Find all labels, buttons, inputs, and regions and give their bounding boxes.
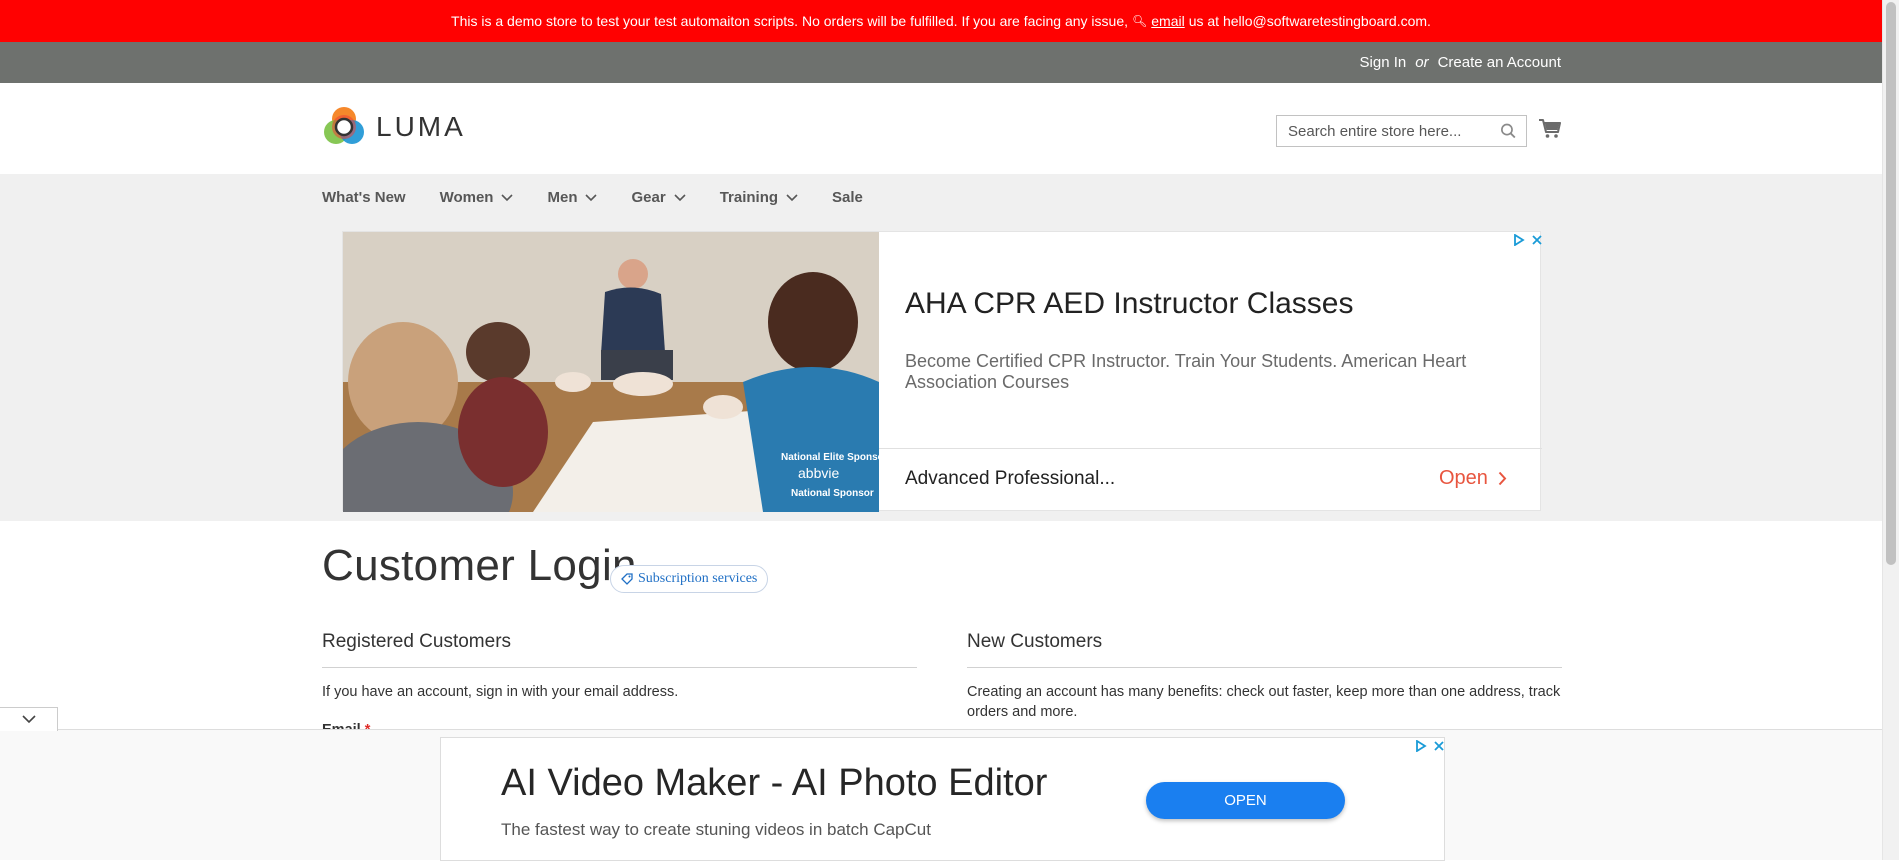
chevron-right-icon — [1498, 471, 1507, 486]
collapse-ad-button[interactable] — [0, 707, 58, 731]
nav-item-sale[interactable]: Sale — [832, 189, 863, 206]
luma-logo-icon — [324, 107, 364, 144]
luma-logo[interactable]: LUMA — [322, 105, 466, 149]
photo-shirt-text-3: National Sponsor — [791, 488, 874, 499]
photo-shirt-text-2: abbvie — [798, 465, 839, 481]
nav-item-label: Sale — [832, 189, 863, 206]
new-customers-title: New Customers — [967, 631, 1103, 652]
logo-text: LUMA — [376, 111, 466, 142]
ad-description: Become Certified CPR Instructor. Train Y… — [905, 351, 1467, 392]
demo-notice-text: This is a demo store to test your test a… — [451, 13, 1129, 29]
new-customers-text: Creating an account has many benefits: c… — [967, 684, 1561, 720]
or-separator: or — [1415, 54, 1429, 71]
subscription-services-badge[interactable]: Subscription services — [610, 565, 769, 593]
nav-item-women[interactable]: Women — [440, 189, 514, 206]
cart-icon[interactable] — [1538, 117, 1562, 141]
magnifier-icon: 🔍︎ — [1132, 14, 1148, 28]
close-icon[interactable] — [1433, 740, 1445, 752]
nav-item-men[interactable]: Men — [547, 189, 598, 206]
email-link[interactable]: email — [1151, 13, 1184, 29]
ad-title[interactable]: AHA CPR AED Instructor Classes — [905, 287, 1353, 321]
sign-in-link[interactable]: Sign In — [1360, 54, 1407, 71]
page-title: Customer Login — [322, 541, 637, 590]
close-icon[interactable] — [1531, 234, 1543, 246]
nav-item-label: Training — [719, 189, 779, 206]
anchor-ad-container: AI Video Maker - AI Photo Editor The fas… — [0, 729, 1882, 861]
chevron-down-icon — [21, 715, 36, 724]
search-icon[interactable] — [1500, 122, 1517, 140]
nav-item-label: Men — [547, 189, 578, 206]
demo-notice-text-after: us at hello@softwaretestingboard.com. — [1188, 13, 1431, 29]
create-account-link[interactable]: Create an Account — [1438, 54, 1561, 71]
search-box — [1276, 115, 1527, 147]
ad-choices-icon[interactable] — [1415, 740, 1427, 752]
nav-item-label: Women — [439, 189, 494, 206]
page-scrollbar[interactable] — [1882, 0, 1899, 860]
registered-divider — [322, 667, 917, 668]
chevron-down-icon — [786, 193, 798, 201]
capcut-ad-banner[interactable]: AI Video Maker - AI Photo Editor The fas… — [440, 737, 1445, 861]
chevron-down-icon — [674, 193, 686, 201]
new-customers-divider — [967, 667, 1562, 668]
registered-customers-text: If you have an account, sign in with you… — [322, 684, 679, 700]
ad-subline[interactable]: Advanced Professional... — [905, 468, 1115, 490]
site-header: LUMA — [0, 83, 1882, 174]
ad-open-button[interactable]: Open — [1439, 467, 1507, 490]
ad-open-button[interactable]: OPEN — [1146, 782, 1345, 819]
ad-open-label: Open — [1439, 467, 1488, 489]
main-navigation: What's New Women Men Gear Training Sale — [0, 174, 1882, 521]
nav-item-training[interactable]: Training — [720, 189, 798, 206]
chevron-down-icon — [501, 193, 514, 201]
chevron-down-icon — [585, 193, 598, 201]
cpr-class-photo: National Elite Sponsor abbvie National S… — [343, 232, 879, 512]
ad-choices[interactable] — [1513, 234, 1543, 246]
nav-item-label: What's New — [322, 189, 406, 206]
nav-item-label: Gear — [631, 189, 666, 206]
search-input[interactable] — [1286, 121, 1501, 141]
ad-choices[interactable] — [1415, 740, 1445, 752]
ad-choices-icon[interactable] — [1513, 234, 1525, 246]
ad-title[interactable]: AI Video Maker - AI Photo Editor — [501, 762, 1047, 805]
ad-photo: National Elite Sponsor abbvie National S… — [343, 232, 879, 512]
tag-icon — [621, 573, 633, 585]
ad-divider — [879, 448, 1542, 449]
scrollbar-thumb[interactable] — [1886, 2, 1896, 565]
demo-notice-banner: This is a demo store to test your test a… — [0, 0, 1882, 42]
top-links-bar: Sign In or Create an Account — [0, 42, 1882, 83]
nav-item-whats-new[interactable]: What's New — [322, 189, 406, 206]
registered-customers-title: Registered Customers — [322, 631, 512, 652]
ad-description: The fastest way to create stuning videos… — [501, 820, 931, 839]
cpr-ad-banner[interactable]: National Elite Sponsor abbvie National S… — [342, 231, 1543, 512]
photo-shirt-text-1: National Elite Sponsor — [781, 452, 879, 463]
nav-item-gear[interactable]: Gear — [631, 189, 686, 206]
subscription-services-label: Subscription services — [638, 571, 758, 586]
